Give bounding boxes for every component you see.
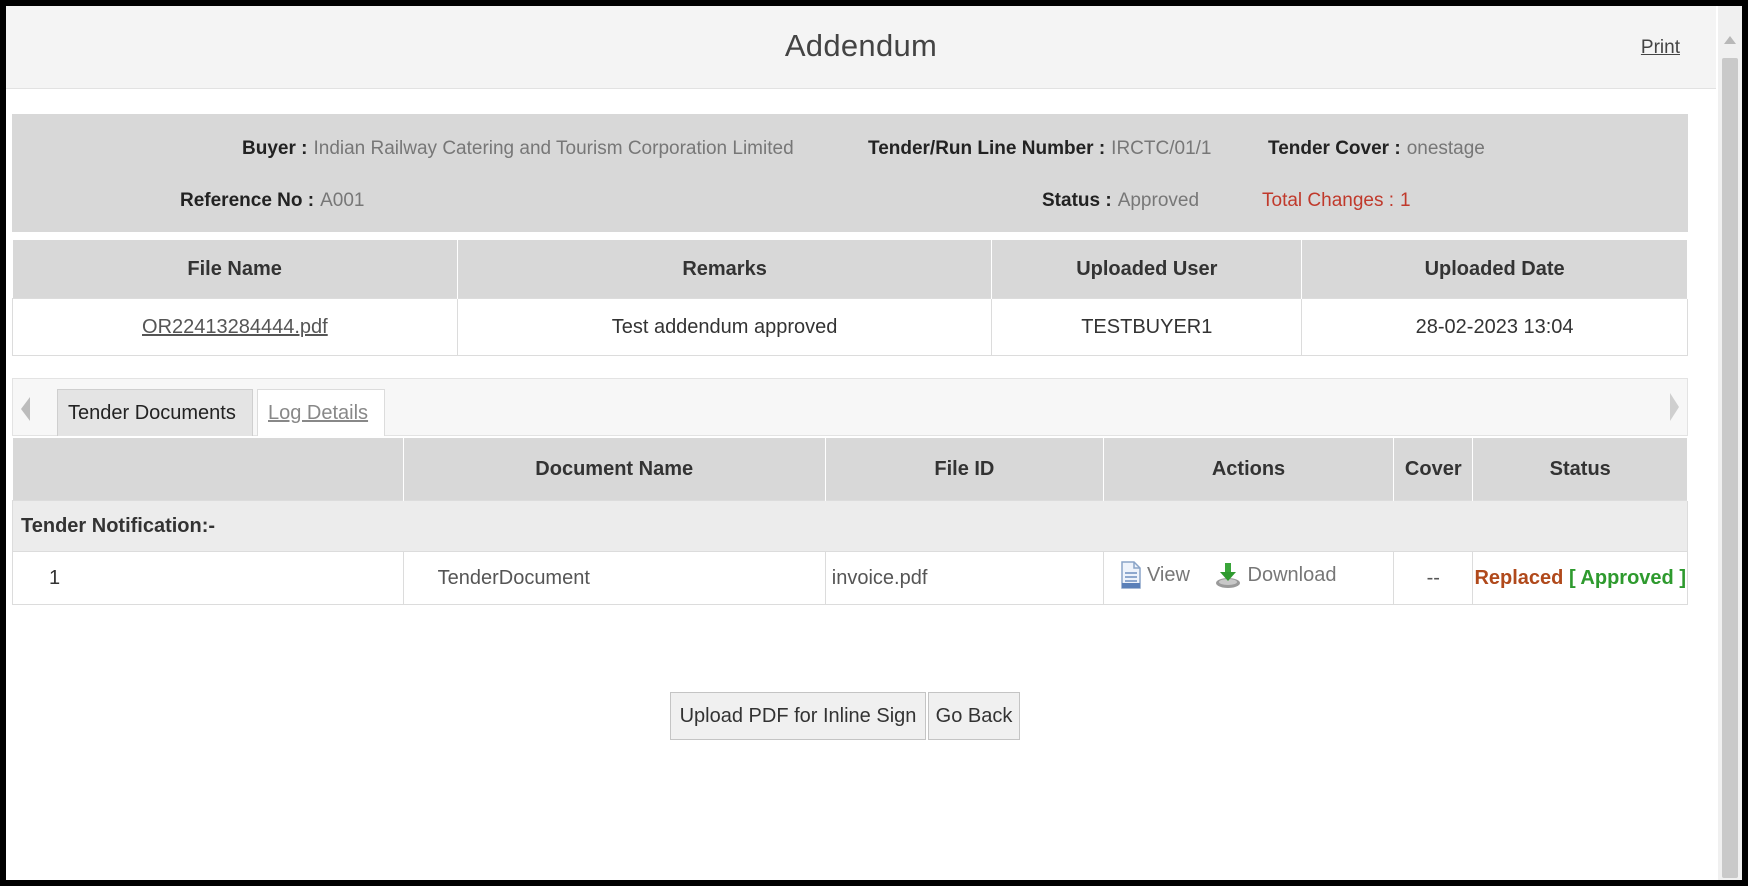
view-label: View	[1146, 563, 1190, 586]
docs-header-row: Document Name File ID Actions Cover Stat…	[12, 438, 1688, 501]
view-action[interactable]: View	[1105, 561, 1190, 589]
remarks-cell: Test addendum approved	[456, 298, 993, 356]
scroll-thumb[interactable]	[1722, 58, 1738, 878]
reference-info: Reference No : A001	[180, 190, 364, 212]
file-id-cell: invoice.pdf	[824, 551, 1104, 605]
tender-info-panel: Buyer : Indian Railway Catering and Touri…	[12, 114, 1688, 232]
buyer-info: Buyer : Indian Railway Catering and Touri…	[242, 138, 794, 160]
section-row: Tender Notification:-	[12, 500, 1688, 552]
page-title: Addendum	[784, 28, 938, 63]
reference-value: A001	[320, 190, 365, 211]
tender-documents-table: Document Name File ID Actions Cover Stat…	[12, 438, 1688, 605]
tender-number-label: Tender/Run Line Number :	[868, 138, 1106, 159]
download-icon	[1214, 561, 1242, 589]
status-value: Approved	[1117, 190, 1200, 211]
col-file-id: File ID	[825, 438, 1104, 501]
tab-scroll-left-icon[interactable]	[21, 397, 30, 421]
tab-scroll-right-icon[interactable]	[1670, 393, 1679, 421]
table-row: 1 TenderDocument invoice.pdf View Downlo…	[12, 551, 1688, 605]
section-label: Tender Notification:-	[12, 500, 1688, 552]
tender-number-value: IRCTC/01/1	[1111, 138, 1212, 159]
buyer-label: Buyer :	[242, 138, 308, 159]
total-changes-label: Total Changes :	[1262, 190, 1395, 211]
tab-strip: Tender Documents Log Details	[12, 378, 1688, 436]
file-name-cell: OR22413284444.pdf	[12, 298, 458, 356]
tab-tender-documents[interactable]: Tender Documents	[57, 389, 253, 436]
status-replaced: Replaced	[1474, 566, 1564, 589]
go-back-button[interactable]: Go Back	[928, 692, 1020, 740]
col-uploaded-user: Uploaded User	[991, 240, 1303, 299]
status-info: Status : Approved	[1042, 190, 1199, 212]
table-row: OR22413284444.pdf Test addendum approved…	[12, 298, 1688, 356]
col-status: Status	[1472, 438, 1688, 501]
row-number: 1	[12, 551, 404, 605]
document-icon	[1121, 561, 1141, 589]
actions-cell: View Download	[1102, 551, 1395, 605]
scroll-up-arrow-icon[interactable]	[1724, 36, 1736, 44]
upload-pdf-inline-sign-button[interactable]: Upload PDF for Inline Sign	[670, 692, 926, 740]
tender-cover-label: Tender Cover :	[1268, 138, 1401, 159]
tender-number-info: Tender/Run Line Number : IRCTC/01/1	[868, 138, 1211, 160]
col-cover: Cover	[1393, 438, 1474, 501]
uploaded-date-cell: 28-02-2023 13:04	[1301, 298, 1688, 356]
download-action[interactable]: Download	[1196, 561, 1337, 589]
status-cell: Replaced [ Approved ]	[1472, 551, 1688, 605]
col-file-name: File Name	[12, 240, 458, 299]
tab-log-details[interactable]: Log Details	[257, 389, 385, 436]
uploaded-user-cell: TESTBUYER1	[991, 298, 1303, 356]
col-actions: Actions	[1103, 438, 1395, 501]
cover-cell: --	[1393, 551, 1474, 605]
addendum-window: Addendum Print Buyer : Indian Railway Cat…	[6, 6, 1742, 880]
title-bar: Addendum Print	[6, 6, 1716, 89]
total-changes-info: Total Changes :1	[1262, 190, 1411, 212]
status-bracket-open: [	[1563, 566, 1581, 589]
tender-cover-value: onestage	[1406, 138, 1485, 159]
vertical-scrollbar[interactable]	[1718, 6, 1742, 880]
buyer-value: Indian Railway Catering and Tourism Corp…	[313, 138, 794, 159]
tender-cover-info: Tender Cover : onestage	[1268, 138, 1485, 160]
status-label: Status :	[1042, 190, 1112, 211]
status-approved: Approved	[1580, 566, 1674, 589]
col-remarks: Remarks	[457, 240, 993, 299]
file-name-link[interactable]: OR22413284444.pdf	[142, 316, 328, 338]
col-document-name: Document Name	[403, 438, 826, 501]
status-bracket-close: ]	[1673, 566, 1686, 589]
col-index	[12, 438, 404, 501]
document-name-cell: TenderDocument	[402, 551, 826, 605]
addendum-files-table: File Name Remarks Uploaded User Uploaded…	[12, 240, 1688, 356]
download-label: Download	[1247, 563, 1337, 586]
col-uploaded-date: Uploaded Date	[1301, 240, 1688, 299]
total-changes-value: 1	[1400, 190, 1411, 211]
print-link[interactable]: Print	[1641, 37, 1680, 59]
reference-label: Reference No :	[180, 190, 315, 211]
addendum-header-row: File Name Remarks Uploaded User Uploaded…	[12, 240, 1688, 299]
